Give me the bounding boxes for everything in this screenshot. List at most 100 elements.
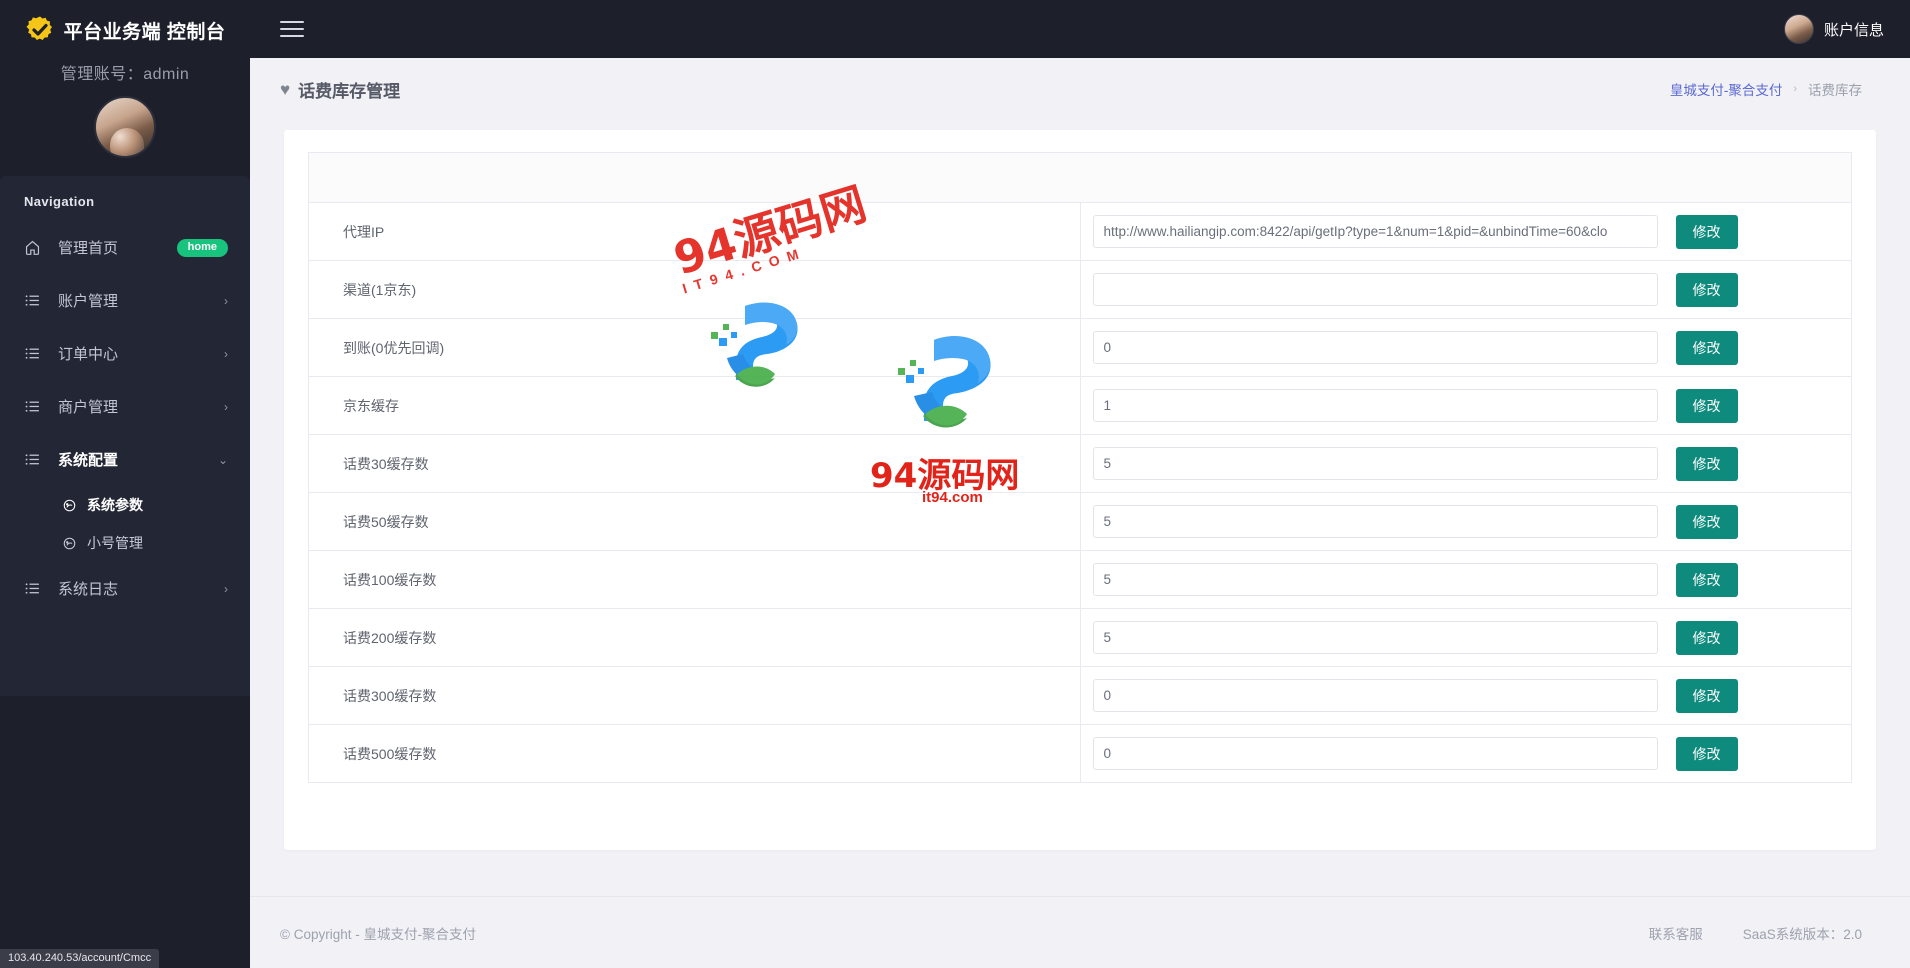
modify-button[interactable]: 修改 bbox=[1675, 504, 1738, 539]
content-card: 代理IP 修改 渠道(1京东) 修改 bbox=[284, 130, 1876, 850]
home-badge: home bbox=[176, 238, 228, 257]
footer: © Copyright - 皇城支付-聚合支付 联系客服 SaaS系统版本：2.… bbox=[250, 896, 1910, 968]
modify-button[interactable]: 修改 bbox=[1675, 330, 1738, 365]
table-header-row bbox=[308, 152, 1852, 203]
page-title: ♥ 话费库存管理 bbox=[280, 77, 400, 102]
table-row: 话费500缓存数 修改 bbox=[308, 724, 1852, 783]
row-value-cell: 修改 bbox=[1079, 260, 1852, 319]
footer-version: SaaS系统版本：2.0 bbox=[1742, 926, 1862, 942]
row-value-cell: 修改 bbox=[1079, 550, 1852, 609]
chevron-right-icon: › bbox=[224, 293, 228, 308]
row-value-cell: 修改 bbox=[1079, 202, 1852, 261]
row-label: 话费30缓存数 bbox=[308, 434, 1081, 493]
account-info-label: 账户信息 bbox=[1823, 21, 1884, 39]
hamburger-icon[interactable] bbox=[276, 15, 308, 43]
sidebar-item-label: 订单中心 bbox=[58, 346, 119, 363]
row-value-cell: 修改 bbox=[1079, 492, 1852, 551]
row-label: 话费200缓存数 bbox=[308, 608, 1081, 667]
row-label: 代理IP bbox=[308, 202, 1081, 261]
chevron-right-icon: › bbox=[224, 581, 228, 596]
sidebar-subitem-label: 系统参数 bbox=[87, 497, 143, 513]
sidebar-subitem-alias-management[interactable]: 小号管理 bbox=[0, 524, 250, 562]
main-area: 账户信息 ♥ 话费库存管理 皇城支付-聚合支付 › 话费库存 代理IP http… bbox=[250, 0, 1910, 968]
app-root: 平台业务端 控制台 管理账号：admin Navigation 管理首页 hom… bbox=[0, 0, 1910, 968]
arrival-mode-input[interactable] bbox=[1092, 331, 1658, 364]
row-label: 京东缓存 bbox=[308, 376, 1081, 435]
modify-button[interactable]: 修改 bbox=[1675, 214, 1738, 249]
row-label: 话费50缓存数 bbox=[308, 492, 1081, 551]
navigation-title: Navigation bbox=[24, 194, 95, 209]
account-info-button[interactable]: 账户信息 bbox=[1783, 14, 1884, 44]
node-icon bbox=[62, 536, 78, 551]
home-icon bbox=[24, 239, 44, 256]
bill-200-cache-input[interactable] bbox=[1092, 621, 1658, 654]
topbar: 账户信息 bbox=[250, 0, 1910, 58]
row-label: 到账(0优先回调) bbox=[308, 318, 1081, 377]
contact-support-link[interactable]: 联系客服 bbox=[1649, 923, 1703, 943]
table-row: 话费100缓存数 修改 bbox=[308, 550, 1852, 609]
sidebar-item-account-management[interactable]: 账户管理 › bbox=[0, 274, 250, 327]
avatar bbox=[94, 96, 156, 158]
sidebar-item-label: 账户管理 bbox=[58, 293, 119, 310]
bill-50-cache-input[interactable] bbox=[1092, 505, 1658, 538]
bill-30-cache-input[interactable] bbox=[1092, 447, 1658, 480]
breadcrumb-current: 话费库存 bbox=[1808, 83, 1862, 98]
table-row: 渠道(1京东) 修改 bbox=[308, 260, 1852, 319]
bill-300-cache-input[interactable] bbox=[1092, 679, 1658, 712]
sidebar: 平台业务端 控制台 管理账号：admin Navigation 管理首页 hom… bbox=[0, 0, 250, 968]
channel-input[interactable] bbox=[1092, 273, 1658, 306]
sidebar-item-order-center[interactable]: 订单中心 › bbox=[0, 327, 250, 380]
sidebar-item-home[interactable]: 管理首页 home bbox=[0, 221, 250, 274]
status-bar-url: 103.40.240.53/account/Cmcc bbox=[0, 949, 160, 968]
breadcrumb-root[interactable]: 皇城支付-聚合支付 bbox=[1670, 79, 1783, 99]
node-icon bbox=[62, 498, 78, 513]
jd-cache-input[interactable] bbox=[1092, 389, 1658, 422]
list-icon bbox=[24, 345, 44, 362]
avatar-wrap bbox=[0, 96, 250, 158]
modify-button[interactable]: 修改 bbox=[1675, 562, 1738, 597]
bill-100-cache-input[interactable] bbox=[1092, 563, 1658, 596]
brand[interactable]: 平台业务端 控制台 bbox=[0, 0, 250, 50]
footer-copyright: © Copyright - 皇城支付-聚合支付 bbox=[280, 926, 476, 942]
sidebar-item-merchant-management[interactable]: 商户管理 › bbox=[0, 380, 250, 433]
navigation: Navigation 管理首页 home 账户管理 › 订单中心 › 商户管理 … bbox=[0, 176, 250, 696]
modify-button[interactable]: 修改 bbox=[1675, 388, 1738, 423]
chevron-right-icon: › bbox=[224, 399, 228, 414]
table-row: 代理IP 修改 bbox=[308, 202, 1852, 261]
row-value-cell: 修改 bbox=[1079, 724, 1852, 783]
list-icon bbox=[24, 580, 44, 597]
row-value-cell: 修改 bbox=[1079, 434, 1852, 493]
table-row: 京东缓存 修改 bbox=[308, 376, 1852, 435]
row-value-cell: 修改 bbox=[1079, 666, 1852, 725]
heart-icon: ♥ bbox=[280, 79, 291, 99]
chevron-right-icon: › bbox=[1793, 83, 1797, 95]
sidebar-subitem-system-params[interactable]: 系统参数 bbox=[0, 486, 250, 524]
modify-button[interactable]: 修改 bbox=[1675, 620, 1738, 655]
gear-check-icon bbox=[25, 15, 55, 45]
row-label: 话费300缓存数 bbox=[308, 666, 1081, 725]
list-icon bbox=[24, 451, 44, 468]
proxy-ip-input[interactable] bbox=[1092, 215, 1658, 248]
table-row: 话费300缓存数 修改 bbox=[308, 666, 1852, 725]
modify-button[interactable]: 修改 bbox=[1675, 446, 1738, 481]
brand-title: 平台业务端 控制台 bbox=[63, 21, 226, 43]
admin-account-label: 管理账号：admin bbox=[60, 66, 190, 83]
page-header: ♥ 话费库存管理 皇城支付-聚合支付 › 话费库存 bbox=[250, 58, 1910, 120]
sidebar-item-label: 管理首页 bbox=[58, 240, 119, 257]
chevron-right-icon: › bbox=[224, 346, 228, 361]
sidebar-item-system-config[interactable]: 系统配置 ⌄ bbox=[0, 433, 250, 486]
table-row: 话费30缓存数 修改 bbox=[308, 434, 1852, 493]
table-header-cell bbox=[308, 152, 1852, 203]
bill-500-cache-input[interactable] bbox=[1092, 737, 1658, 770]
modify-button[interactable]: 修改 bbox=[1675, 272, 1738, 307]
sidebar-item-system-log[interactable]: 系统日志 › bbox=[0, 562, 250, 615]
sidebar-item-label: 商户管理 bbox=[58, 399, 119, 416]
modify-button[interactable]: 修改 bbox=[1675, 736, 1738, 771]
modify-button[interactable]: 修改 bbox=[1675, 678, 1738, 713]
table-row: 话费50缓存数 修改 bbox=[308, 492, 1852, 551]
user-avatar-icon bbox=[1783, 14, 1814, 44]
row-label: 渠道(1京东) bbox=[308, 260, 1081, 319]
row-value-cell: 修改 bbox=[1079, 608, 1852, 667]
sidebar-subitem-label: 小号管理 bbox=[87, 535, 143, 551]
table-row: 话费200缓存数 修改 bbox=[308, 608, 1852, 667]
